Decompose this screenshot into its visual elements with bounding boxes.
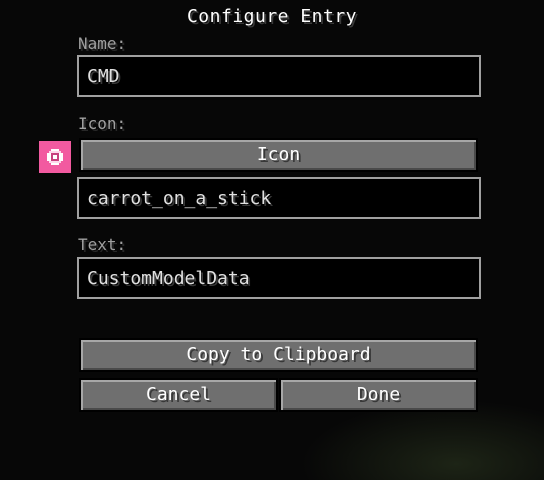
name-input[interactable] [79, 57, 479, 95]
icon-label: Icon: [78, 114, 127, 133]
icon-field-box [77, 177, 481, 219]
text-label: Text: [78, 235, 127, 254]
text-input[interactable] [79, 259, 479, 297]
background-glow [300, 400, 544, 480]
dialog-title: Configure Entry [186, 6, 358, 27]
name-field-box [77, 55, 481, 97]
copy-to-clipboard-button[interactable]: Copy to Clipboard [79, 338, 478, 372]
done-button[interactable]: Done [279, 378, 478, 412]
icon-button[interactable]: Icon [79, 138, 478, 172]
name-label: Name: [78, 34, 127, 53]
item-sprite-icon [47, 149, 63, 165]
pink-item-icon [39, 141, 71, 173]
cancel-button[interactable]: Cancel [79, 378, 278, 412]
icon-input[interactable] [79, 179, 479, 217]
text-field-box [77, 257, 481, 299]
